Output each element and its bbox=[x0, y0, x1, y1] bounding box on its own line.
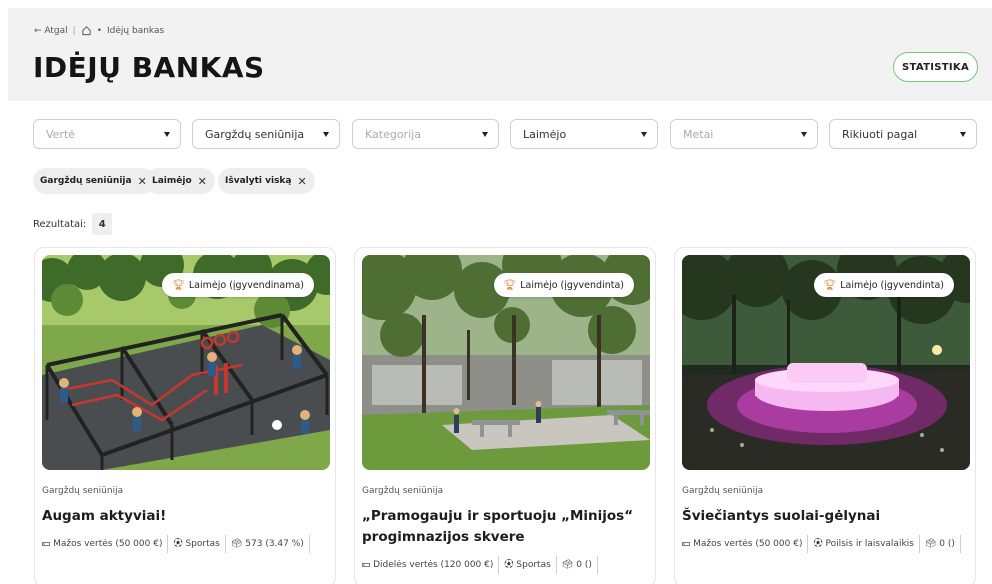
money-icon: 💵︎ bbox=[42, 539, 51, 549]
filter-value-label: Vertė bbox=[46, 127, 76, 141]
trophy-icon: 🏆︎ bbox=[503, 279, 517, 291]
meta-category-text: Poilsis ir laisvalaikis bbox=[825, 539, 914, 549]
card-meta: 💵︎ Mažos vertės (50 000 €) ⚽︎ Sportas 🗳︎ 573 … bbox=[42, 535, 332, 553]
ballot-icon: 🗳︎ bbox=[561, 560, 574, 570]
filter-status-select[interactable]: Laimėjo bbox=[510, 119, 658, 149]
status-badge: 🏆︎ Laimėjo (įgyvendinama) bbox=[162, 273, 314, 297]
meta-category-text: Sportas bbox=[185, 539, 220, 549]
meta-value: 💵︎ Mažos vertės (50 000 €) bbox=[682, 535, 809, 553]
filter-bar: Vertė Gargždų seniūnija Kategorija Laimė… bbox=[33, 119, 977, 149]
money-icon: 💵︎ bbox=[362, 560, 371, 570]
meta-category-text: Sportas bbox=[516, 560, 551, 570]
meta-category: ⚽︎ Sportas bbox=[168, 535, 226, 553]
filter-value-select[interactable]: Vertė bbox=[33, 119, 181, 149]
meta-value-text: Didelės vertės (120 000 €) bbox=[373, 560, 494, 570]
meta-votes: 🗳︎ 0 () bbox=[557, 556, 598, 574]
card-area: Gargždų seniūnija bbox=[362, 486, 444, 496]
status-badge: 🏆︎ Laimėjo (įgyvendinta) bbox=[493, 273, 634, 297]
card-title[interactable]: „Pramogauju ir sportuoju „Minijos“ progi… bbox=[362, 506, 648, 548]
idea-card[interactable]: 🏆︎ Laimėjo (įgyvendinta) Gargždų seniūni… bbox=[674, 247, 976, 584]
category-icon: ⚽︎ bbox=[813, 539, 823, 549]
caret-down-icon bbox=[323, 132, 329, 137]
ballot-icon: 🗳︎ bbox=[230, 539, 243, 549]
idea-card[interactable]: 🏆︎ Laimėjo (įgyvendinta) Gargždų seniūni… bbox=[354, 247, 656, 584]
badge-label: Laimėjo (įgyvendinta) bbox=[840, 279, 944, 291]
caret-down-icon bbox=[164, 132, 170, 137]
category-icon: ⚽︎ bbox=[173, 539, 183, 549]
results-count: 4 bbox=[92, 213, 113, 235]
chip-label: Išvalyti viską bbox=[225, 176, 292, 186]
breadcrumb-separator: | bbox=[72, 25, 76, 36]
caret-down-icon bbox=[801, 132, 807, 137]
meta-category: ⚽︎ Poilsis ir laisvalaikis bbox=[808, 535, 920, 553]
ballot-icon: 🗳︎ bbox=[924, 539, 937, 549]
chip-label: Laimėjo bbox=[152, 176, 192, 186]
status-badge: 🏆︎ Laimėjo (įgyvendinta) bbox=[813, 273, 954, 297]
idea-card[interactable]: 🏆︎ Laimėjo (įgyvendinama) Gargždų seniūn… bbox=[34, 247, 336, 584]
filter-category-select[interactable]: Kategorija bbox=[352, 119, 499, 149]
chip-label: Gargždų seniūnija bbox=[40, 176, 132, 186]
card-image[interactable]: 🏆︎ Laimėjo (įgyvendinta) bbox=[682, 255, 970, 470]
meta-value-text: Mažos vertės (50 000 €) bbox=[693, 539, 803, 549]
filter-year-select[interactable]: Metai bbox=[670, 119, 818, 149]
card-area: Gargždų seniūnija bbox=[42, 486, 124, 496]
filter-area-select[interactable]: Gargždų seniūnija bbox=[192, 119, 340, 149]
card-meta: 💵︎ Mažos vertės (50 000 €) ⚽︎ Poilsis ir la… bbox=[682, 535, 972, 553]
page-title: IDĖJŲ BANKAS bbox=[33, 51, 265, 84]
results-summary: Rezultatai: 4 bbox=[33, 212, 113, 236]
meta-votes-text: 573 (3.47 %) bbox=[245, 539, 304, 549]
meta-votes-text: 0 () bbox=[939, 539, 955, 549]
card-area: Gargždų seniūnija bbox=[682, 486, 764, 496]
filter-status-label: Laimėjo bbox=[523, 127, 567, 141]
results-label: Rezultatai: bbox=[33, 218, 87, 230]
category-icon: ⚽︎ bbox=[504, 560, 514, 570]
filter-year-label: Metai bbox=[683, 127, 714, 141]
meta-value-text: Mažos vertės (50 000 €) bbox=[53, 539, 163, 549]
sort-label: Rikiuoti pagal bbox=[842, 127, 918, 141]
caret-down-icon bbox=[641, 132, 647, 137]
card-meta: 💵︎ Didelės vertės (120 000 €) ⚽︎ Sportas 🗳︎ 0… bbox=[362, 556, 652, 574]
card-image[interactable]: 🏆︎ Laimėjo (įgyvendinta) bbox=[362, 255, 650, 470]
caret-down-icon bbox=[482, 132, 488, 137]
caret-down-icon bbox=[960, 132, 966, 137]
filter-category-label: Kategorija bbox=[365, 127, 421, 141]
page-header: ← Atgal | • Idėjų bankas IDĖJŲ BANKAS ST… bbox=[8, 8, 992, 101]
breadcrumb-dot: • bbox=[96, 25, 103, 36]
badge-label: Laimėjo (įgyvendinama) bbox=[188, 279, 304, 291]
meta-category: ⚽︎ Sportas bbox=[499, 556, 557, 574]
chip-clear-all[interactable]: Išvalyti viską ✕ bbox=[218, 168, 315, 194]
sort-select[interactable]: Rikiuoti pagal bbox=[829, 119, 977, 149]
card-title[interactable]: Šviečiantys suolai-gėlynai bbox=[682, 506, 968, 527]
badge-label: Laimėjo (įgyvendinta) bbox=[520, 279, 624, 291]
filter-area-label: Gargždų seniūnija bbox=[205, 127, 305, 141]
money-icon: 💵︎ bbox=[682, 539, 691, 549]
chip-area[interactable]: Gargždų seniūnija ✕ bbox=[33, 168, 155, 194]
breadcrumb-current: Idėjų bankas bbox=[107, 25, 165, 36]
trophy-icon: 🏆︎ bbox=[172, 279, 185, 291]
meta-votes-text: 0 () bbox=[576, 560, 592, 570]
home-icon[interactable] bbox=[81, 25, 92, 36]
close-icon[interactable]: ✕ bbox=[198, 176, 207, 187]
close-icon[interactable]: ✕ bbox=[298, 176, 307, 187]
trophy-icon: 🏆︎ bbox=[823, 279, 837, 291]
meta-value: 💵︎ Didelės vertės (120 000 €) bbox=[362, 556, 500, 574]
meta-votes: 🗳︎ 573 (3.47 %) bbox=[226, 535, 310, 553]
meta-votes: 🗳︎ 0 () bbox=[920, 535, 961, 553]
card-image[interactable]: 🏆︎ Laimėjo (įgyvendinama) bbox=[42, 255, 330, 470]
card-title[interactable]: Augam aktyviai! bbox=[42, 506, 328, 527]
chip-status[interactable]: Laimėjo ✕ bbox=[145, 168, 215, 194]
back-link[interactable]: ← Atgal bbox=[34, 26, 68, 36]
meta-value: 💵︎ Mažos vertės (50 000 €) bbox=[42, 535, 169, 553]
breadcrumb: ← Atgal | • Idėjų bankas bbox=[34, 25, 164, 36]
statistics-button[interactable]: STATISTIKA bbox=[893, 52, 978, 82]
